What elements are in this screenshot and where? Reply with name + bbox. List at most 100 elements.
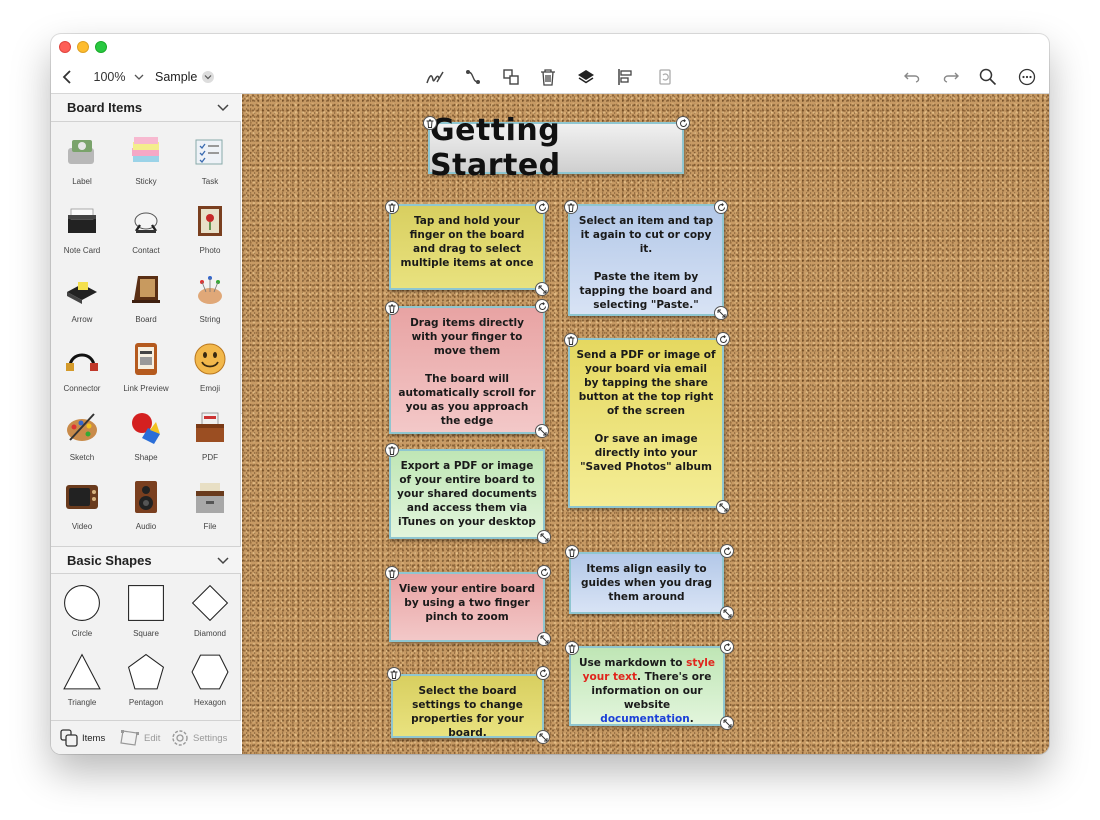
sticky-note[interactable]: Items align easily to guides when you dr…: [569, 552, 724, 614]
tab-edit[interactable]: Edit: [120, 729, 160, 747]
redo-icon: [943, 72, 959, 83]
note-delete-handle[interactable]: [564, 200, 578, 214]
layers-button[interactable]: [574, 66, 598, 88]
shape-triangle[interactable]: Triangle: [51, 649, 113, 715]
basic-shapes-header[interactable]: Basic Shapes: [51, 546, 241, 574]
more-button[interactable]: [1015, 66, 1039, 88]
connector-cable-icon: [66, 353, 98, 371]
note-resize-handle[interactable]: [535, 424, 549, 438]
item-board[interactable]: Board: [115, 266, 177, 332]
shape-circle[interactable]: Circle: [51, 580, 113, 646]
zoom-menu[interactable]: 100%: [91, 66, 147, 88]
sticky-note[interactable]: Use markdown to style your text. There's…: [569, 646, 725, 726]
item-emoji[interactable]: Emoji: [179, 335, 241, 401]
note-resize-handle[interactable]: [714, 306, 728, 320]
note-delete-handle[interactable]: [565, 545, 579, 559]
note-rotate-handle[interactable]: [716, 332, 730, 346]
draw-tool-button[interactable]: [423, 66, 447, 88]
shape-square[interactable]: Square: [115, 580, 177, 646]
item-sketch[interactable]: Sketch: [51, 404, 113, 470]
sticky-note[interactable]: Select an item and tap it again to cut o…: [568, 204, 724, 316]
item-link-preview[interactable]: Link Preview: [115, 335, 177, 401]
sticky-note[interactable]: Drag items directly with your finger to …: [389, 306, 545, 434]
shape-pentagon[interactable]: Pentagon: [115, 649, 177, 715]
sticky-note[interactable]: Send a PDF or image of your board via em…: [568, 338, 724, 508]
group-tool-button[interactable]: [499, 66, 523, 88]
tab-settings-label: Settings: [193, 732, 228, 744]
note-resize-handle[interactable]: [537, 530, 551, 544]
sticky-note[interactable]: View your entire board by using a two fi…: [389, 572, 545, 642]
note-resize-handle[interactable]: [535, 282, 549, 296]
note-text: Use markdown to style your text. There's…: [577, 656, 717, 726]
item-photo[interactable]: Photo: [179, 197, 241, 263]
item-note-card[interactable]: Note Card: [51, 197, 113, 263]
sticky-note[interactable]: Select the board settings to change prop…: [391, 674, 544, 739]
title-delete-handle[interactable]: [423, 116, 437, 130]
trash-icon: [388, 446, 396, 455]
note-rotate-handle[interactable]: [535, 200, 549, 214]
shape-hexagon[interactable]: Hexagon: [179, 649, 241, 715]
note-resize-handle[interactable]: [536, 730, 550, 744]
align-button[interactable]: [614, 66, 638, 88]
note-resize-handle[interactable]: [716, 500, 730, 514]
note-text: Items align easily to guides when you dr…: [580, 563, 713, 603]
back-button[interactable]: [57, 66, 77, 88]
board-items-header[interactable]: Board Items: [51, 94, 241, 122]
item-task[interactable]: Task: [179, 128, 241, 194]
rotate-icon: [538, 202, 546, 211]
redo-button[interactable]: [938, 66, 962, 88]
item-sticky[interactable]: Sticky: [115, 128, 177, 194]
item-pdf[interactable]: PDF: [179, 404, 241, 470]
note-delete-handle[interactable]: [387, 667, 401, 681]
title-rotate-handle[interactable]: [676, 116, 690, 130]
item-connector[interactable]: Connector: [51, 335, 113, 401]
note-card-icon: [68, 208, 96, 233]
item-arrow[interactable]: Arrow: [51, 266, 113, 332]
item-file[interactable]: File: [179, 473, 241, 539]
delete-button[interactable]: [536, 66, 560, 88]
resize-arrows-icon: [540, 635, 548, 643]
item-string[interactable]: String: [179, 266, 241, 332]
zoom-window-button[interactable]: [95, 41, 107, 53]
rotate-button[interactable]: [653, 66, 677, 88]
note-rotate-handle[interactable]: [714, 200, 728, 214]
note-resize-handle[interactable]: [720, 716, 734, 730]
item-contact[interactable]: Contact: [115, 197, 177, 263]
minimize-window-button[interactable]: [77, 41, 89, 53]
shape-diamond[interactable]: Diamond: [179, 580, 241, 646]
corkboard-canvas[interactable]: Getting Started Tap and hold your finger…: [242, 94, 1049, 754]
search-button[interactable]: [976, 66, 1000, 88]
note-rotate-handle[interactable]: [536, 666, 550, 680]
tab-settings[interactable]: Settings: [171, 729, 227, 747]
note-rotate-handle[interactable]: [720, 544, 734, 558]
item-shape[interactable]: Shape: [115, 404, 177, 470]
note-resize-handle[interactable]: [537, 632, 551, 646]
sticky-note[interactable]: Tap and hold your finger on the board an…: [389, 204, 545, 290]
note-delete-handle[interactable]: [385, 301, 399, 315]
shape-icon: [132, 413, 160, 444]
note-delete-handle[interactable]: [385, 443, 399, 457]
undo-button[interactable]: [901, 66, 925, 88]
connect-tool-button[interactable]: [461, 66, 485, 88]
note-rotate-handle[interactable]: [720, 640, 734, 654]
tab-items[interactable]: Items: [60, 729, 105, 747]
chevron-left-icon: [62, 70, 71, 84]
board-name: Sample: [155, 70, 198, 84]
note-delete-handle[interactable]: [565, 641, 579, 655]
note-delete-handle[interactable]: [385, 200, 399, 214]
close-window-button[interactable]: [59, 41, 71, 53]
diamond-shape-icon: [191, 584, 229, 622]
item-video[interactable]: Video: [51, 473, 113, 539]
note-rotate-handle[interactable]: [535, 299, 549, 313]
item-audio[interactable]: Audio: [115, 473, 177, 539]
note-resize-handle[interactable]: [720, 606, 734, 620]
item-label[interactable]: Label: [51, 128, 113, 194]
note-rotate-handle[interactable]: [537, 565, 551, 579]
file-cabinet-icon: [196, 483, 224, 513]
note-delete-handle[interactable]: [564, 333, 578, 347]
sticky-note[interactable]: Export a PDF or image of your entire boa…: [389, 449, 545, 539]
note-delete-handle[interactable]: [385, 566, 399, 580]
board-title-label[interactable]: Getting Started: [428, 113, 684, 183]
documentation-link[interactable]: documentation: [600, 713, 689, 725]
board-name-menu[interactable]: Sample: [155, 66, 221, 88]
